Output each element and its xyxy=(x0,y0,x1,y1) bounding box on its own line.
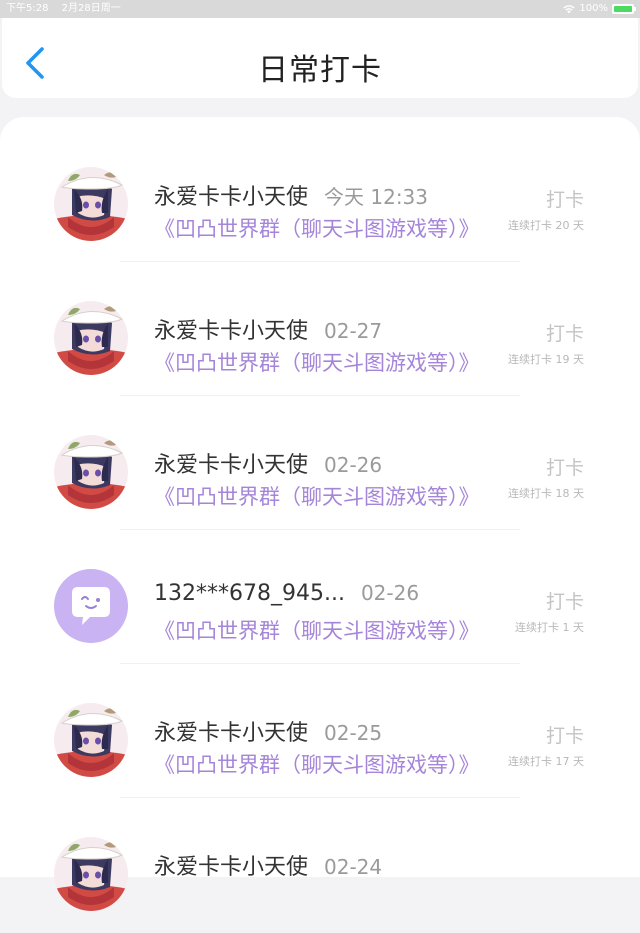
avatar-image xyxy=(54,301,128,375)
battery-percent: 100% xyxy=(579,3,608,14)
streak-count: 连续打卡 1 天 xyxy=(515,621,584,634)
checkin-date: 02-24 xyxy=(324,855,383,879)
username[interactable]: 永爱卡卡小天使 xyxy=(154,319,308,344)
avatar[interactable] xyxy=(54,569,128,643)
checkin-row[interactable]: 132***678_945... 02-26 《凹凸世界群（聊天斗图游戏等）》 打卡连… xyxy=(0,531,640,665)
avatar-image xyxy=(54,435,128,509)
checkin-date: 02-26 xyxy=(360,581,420,605)
row-divider xyxy=(120,261,520,262)
group-name-link[interactable]: 《凹凸世界群（聊天斗图游戏等）》 xyxy=(154,481,494,511)
group-name-link[interactable]: 《凹凸世界群（聊天斗图游戏等）》 xyxy=(154,213,494,243)
status-date: 2月28日周一 xyxy=(61,3,121,14)
checkin-date: 02-26 xyxy=(324,453,383,477)
username[interactable]: 永爱卡卡小天使 xyxy=(154,721,308,746)
status-time: 下午5:28 xyxy=(6,3,49,14)
checkin-button[interactable]: 打卡 xyxy=(546,185,584,212)
status-bar: 下午5:28 2月28日周一 100% xyxy=(0,0,640,18)
avatar[interactable] xyxy=(54,703,128,777)
page-title: 日常打卡 xyxy=(258,53,382,88)
status-left: 下午5:28 2月28日周一 xyxy=(6,0,121,18)
group-name-link[interactable]: 《凹凸世界群（聊天斗图游戏等）》 xyxy=(154,347,494,377)
group-name-link[interactable]: 《凹凸世界群（聊天斗图游戏等）》 xyxy=(154,749,494,779)
row-divider xyxy=(120,931,520,932)
checkin-row[interactable]: 永爱卡卡小天使 今天 12:33 《凹凸世界群（聊天斗图游戏等）》 打卡 连续打卡 20… xyxy=(0,129,640,263)
avatar[interactable] xyxy=(54,167,128,241)
checkin-row[interactable]: 永爱卡卡小天使 02-25 《凹凸世界群（聊天斗图游戏等）》 打卡连续打卡 17 天 xyxy=(0,665,640,799)
row-title-line: 永爱卡卡小天使 今天 12:33 xyxy=(154,179,428,211)
checkin-button[interactable]: 打卡 xyxy=(546,319,584,346)
avatar[interactable] xyxy=(54,837,128,911)
row-divider xyxy=(120,529,520,530)
battery-level xyxy=(614,6,632,12)
checkin-row[interactable]: 永爱卡卡小天使 02-24 xyxy=(0,799,640,933)
checkin-row[interactable]: 永爱卡卡小天使 02-27 《凹凸世界群（聊天斗图游戏等）》 打卡连续打卡 19 天 xyxy=(0,263,640,397)
avatar[interactable] xyxy=(54,435,128,509)
row-divider xyxy=(120,395,520,396)
username[interactable]: 132***678_945... xyxy=(154,581,345,606)
streak-count: 连续打卡 18 天 xyxy=(508,487,584,500)
checkin-row[interactable]: 永爱卡卡小天使 02-26 《凹凸世界群（聊天斗图游戏等）》 打卡连续打卡 18 天 xyxy=(0,397,640,531)
streak-count: 连续打卡 20 天 xyxy=(508,219,584,232)
row-title-line: 永爱卡卡小天使 02-26 xyxy=(154,447,382,479)
row-divider xyxy=(120,663,520,664)
checkin-date: 02-27 xyxy=(324,319,383,343)
group-name-link[interactable]: 《凹凸世界群（聊天斗图游戏等）》 xyxy=(154,615,506,645)
row-title-line: 永爱卡卡小天使 02-25 xyxy=(154,715,382,747)
checkin-date: 02-25 xyxy=(324,721,383,745)
row-divider xyxy=(120,797,520,798)
row-title-line: 永爱卡卡小天使 02-27 xyxy=(154,313,382,345)
checkin-list: 永爱卡卡小天使 今天 12:33 《凹凸世界群（聊天斗图游戏等）》 打卡 连续打卡 20… xyxy=(0,117,640,932)
nav-header: 日常打卡 xyxy=(2,18,638,98)
streak-count: 连续打卡 17 天 xyxy=(508,755,584,768)
avatar-image xyxy=(54,703,128,777)
streak-count: 连续打卡 19 天 xyxy=(508,353,584,366)
checkin-date: 今天 12:33 xyxy=(324,185,429,209)
username[interactable]: 永爱卡卡小天使 xyxy=(154,453,308,478)
row-title-line: 132***678_945... 02-26 xyxy=(154,581,419,606)
checkin-button[interactable]: 打卡 xyxy=(546,453,584,480)
status-right: 100% xyxy=(563,0,636,18)
username[interactable]: 永爱卡卡小天使 xyxy=(154,185,308,210)
avatar-image xyxy=(54,569,128,643)
checkin-button[interactable]: 打卡 xyxy=(546,587,584,614)
avatar[interactable] xyxy=(54,301,128,375)
username[interactable]: 永爱卡卡小天使 xyxy=(154,855,308,880)
avatar-image xyxy=(54,167,128,241)
wifi-icon xyxy=(563,5,576,14)
battery-icon xyxy=(612,4,636,14)
row-title-line: 永爱卡卡小天使 02-24 xyxy=(154,849,382,881)
checkin-button[interactable]: 打卡 xyxy=(546,721,584,748)
avatar-image xyxy=(54,837,128,911)
